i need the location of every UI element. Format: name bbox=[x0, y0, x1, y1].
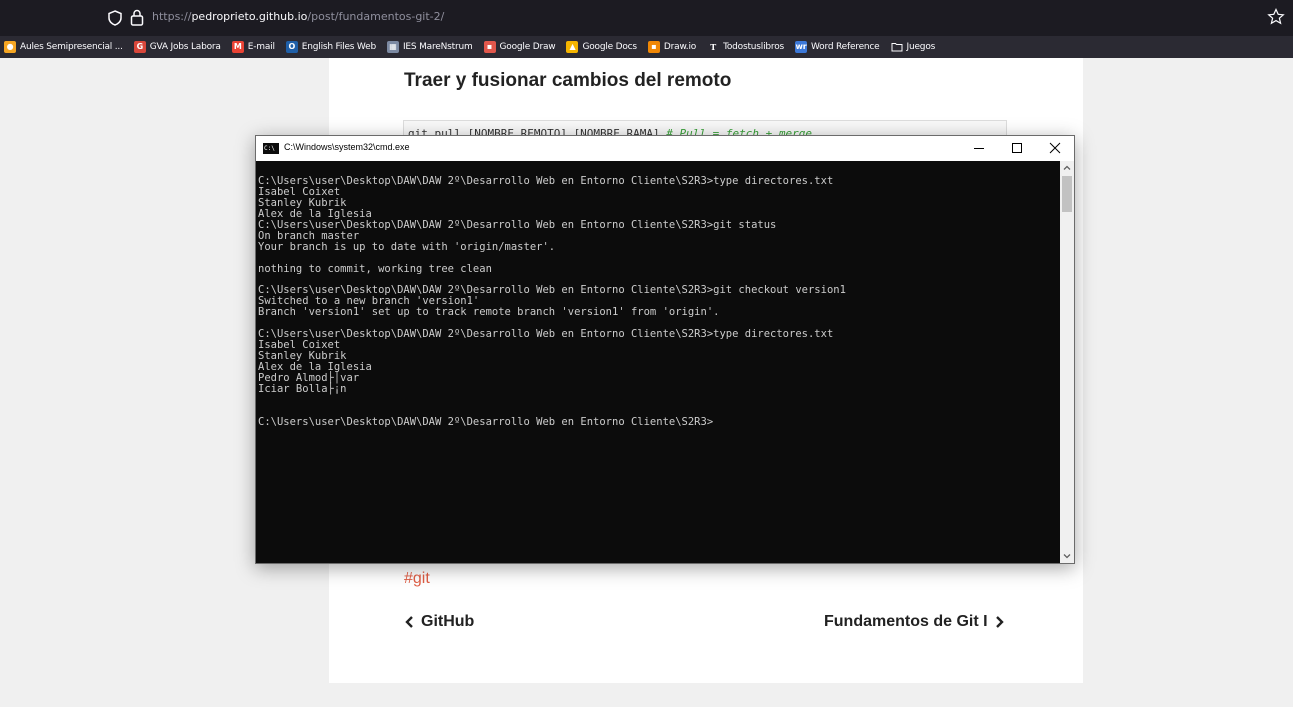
scrollbar-thumb[interactable] bbox=[1062, 176, 1072, 212]
folder-icon bbox=[891, 43, 903, 52]
prev-post-label: GitHub bbox=[421, 613, 475, 630]
oxford-icon: O bbox=[285, 41, 298, 53]
scroll-down-arrow-icon[interactable] bbox=[1060, 549, 1074, 563]
bookmark-item[interactable]: G GVA Jobs Labora bbox=[133, 41, 221, 53]
bookmark-item[interactable]: ● Aules Semipresencial ... bbox=[4, 41, 123, 53]
terminal-line: Branch 'version1' set up to track remote… bbox=[258, 306, 720, 319]
cmd-window[interactable]: C:\ C:\Windows\system32\cmd.exe C:\Users… bbox=[255, 135, 1075, 564]
drawio-icon: ▪ bbox=[647, 41, 660, 53]
maximize-icon[interactable] bbox=[998, 136, 1036, 161]
google-draw-icon: ▪ bbox=[483, 41, 496, 53]
scroll-up-arrow-icon[interactable] bbox=[1060, 161, 1074, 175]
wordreference-icon: wr bbox=[795, 41, 807, 53]
bookmark-item[interactable]: wr Word Reference bbox=[795, 41, 880, 53]
gva-icon: G bbox=[133, 41, 146, 53]
browser-url-bar: https://pedroprieto.github.io/post/funda… bbox=[0, 0, 1293, 36]
bookmark-item[interactable]: ▦ IES MareNstrum bbox=[386, 41, 473, 53]
bookmark-item[interactable]: T Todostuslibros bbox=[707, 41, 784, 53]
google-docs-icon: ▲ bbox=[566, 41, 579, 53]
bookmark-label: Aules Semipresencial ... bbox=[20, 42, 123, 52]
url-scheme: https:// bbox=[152, 10, 192, 23]
cmd-window-title: C:\Windows\system32\cmd.exe bbox=[284, 142, 410, 152]
bookmark-label: GVA Jobs Labora bbox=[149, 42, 221, 52]
ies-icon: ▦ bbox=[386, 41, 399, 53]
bookmark-label: English Files Web bbox=[301, 42, 376, 52]
terminal-line: Stanley Kubrik bbox=[258, 350, 347, 362]
todostuslibros-icon: T bbox=[707, 41, 720, 53]
next-post-link[interactable]: Fundamentos de Git I bbox=[824, 613, 1005, 631]
bookmarks-toolbar: ● Aules Semipresencial ... G GVA Jobs Labor… bbox=[0, 36, 1293, 58]
terminal-line: Isabel Coixet bbox=[258, 185, 341, 198]
terminal-line: nothing to commit, working tree clean bbox=[258, 262, 492, 275]
bookmark-label: Juegos bbox=[906, 42, 936, 52]
terminal-line: C:\Users\user\Desktop\DAW\DAW 2º\Desarro… bbox=[258, 328, 834, 341]
bookmark-label: Word Reference bbox=[811, 42, 880, 52]
bookmark-star-icon[interactable] bbox=[1267, 8, 1285, 26]
terminal-line: C:\Users\user\Desktop\DAW\DAW 2º\Desarro… bbox=[258, 415, 714, 428]
section-heading: Traer y fusionar cambios del remoto bbox=[404, 70, 732, 91]
tag-link-git[interactable]: #git bbox=[404, 570, 430, 588]
cmd-scrollbar[interactable] bbox=[1060, 161, 1074, 563]
bookmark-item[interactable]: M E-mail bbox=[231, 41, 275, 53]
terminal-line: C:\Users\user\Desktop\DAW\DAW 2º\Desarro… bbox=[258, 176, 834, 187]
close-icon[interactable] bbox=[1036, 136, 1074, 161]
terminal-line: Pedro Almod├│var bbox=[258, 371, 360, 384]
bookmark-label: Google Draw bbox=[499, 42, 556, 52]
terminal-line: Alex de la Iglesia bbox=[258, 360, 372, 373]
terminal-line: On branch master bbox=[258, 229, 360, 242]
bookmark-item[interactable]: ▪ Google Draw bbox=[483, 41, 556, 53]
minimize-icon[interactable] bbox=[960, 136, 998, 161]
terminal-line: Stanley Kubrik bbox=[258, 196, 347, 209]
bookmark-label: Todostuslibros bbox=[723, 42, 784, 52]
bookmark-item[interactable]: ▲ Google Docs bbox=[566, 41, 637, 53]
url-field[interactable]: https://pedroprieto.github.io/post/funda… bbox=[152, 10, 444, 23]
aules-icon: ● bbox=[4, 41, 16, 53]
next-post-label: Fundamentos de Git I bbox=[824, 613, 988, 630]
bookmark-label: Draw.io bbox=[663, 42, 697, 52]
bookmark-item[interactable]: Juegos bbox=[891, 41, 936, 53]
cmd-app-icon: C:\ bbox=[263, 143, 279, 154]
bookmark-label: IES MareNstrum bbox=[402, 42, 473, 52]
terminal-line: Isabel Coixet bbox=[258, 339, 341, 352]
terminal-line: Your branch is up to date with 'origin/m… bbox=[258, 240, 556, 253]
gmail-icon: M bbox=[231, 41, 244, 53]
terminal-line: C:\Users\user\Desktop\DAW\DAW 2º\Desarro… bbox=[258, 218, 777, 231]
bookmark-item[interactable]: O English Files Web bbox=[285, 41, 376, 53]
bookmark-item[interactable]: ▪ Draw.io bbox=[647, 41, 697, 53]
lock-icon[interactable] bbox=[130, 9, 144, 26]
terminal-line: Iciar Bolla├¡n bbox=[258, 382, 347, 395]
cmd-terminal-output[interactable]: C:\Users\user\Desktop\DAW\DAW 2º\Desarro… bbox=[258, 176, 1058, 556]
cmd-titlebar[interactable]: C:\ C:\Windows\system32\cmd.exe bbox=[256, 136, 1074, 161]
bookmark-label: E-mail bbox=[247, 42, 275, 52]
prev-post-link[interactable]: GitHub bbox=[404, 613, 474, 631]
bookmark-label: Google Docs bbox=[582, 42, 637, 52]
chevron-left-icon bbox=[405, 616, 413, 628]
url-path: /post/fundamentos-git-2/ bbox=[307, 10, 445, 23]
url-host: pedroprieto.github.io bbox=[191, 10, 308, 23]
chevron-right-icon bbox=[995, 616, 1004, 628]
tracking-shield-icon[interactable] bbox=[108, 10, 122, 26]
